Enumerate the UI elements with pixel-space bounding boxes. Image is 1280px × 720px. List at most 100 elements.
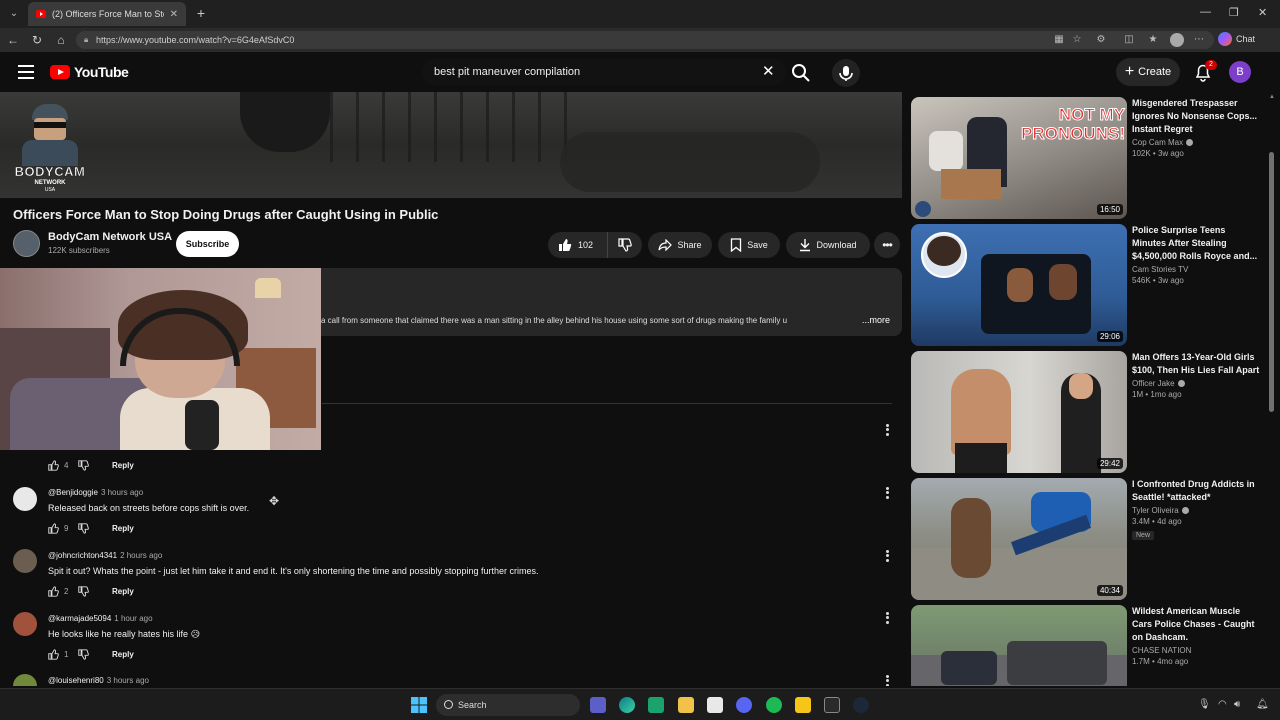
video-thumbnail[interactable]: 29:42 (911, 351, 1127, 473)
game-controller-icon[interactable] (590, 697, 606, 713)
dislike-button[interactable] (608, 238, 642, 252)
recommended-video[interactable]: 29:06 Police Surprise Teens Minutes Afte… (910, 219, 1268, 346)
create-button[interactable]: + Create (1116, 58, 1180, 86)
recommended-title[interactable]: Man Offers 13-Year-Old Girls $100, Then … (1132, 351, 1260, 377)
tab-list-button[interactable]: ⌄ (4, 4, 24, 24)
video-thumbnail[interactable] (911, 605, 1127, 686)
description-more-link[interactable]: ...more (862, 315, 890, 325)
recommended-channel[interactable]: Officer Jake (1132, 379, 1175, 388)
comment-like-button[interactable]: 1 (48, 649, 78, 660)
scroll-up-icon[interactable]: ▲ (1269, 94, 1275, 100)
comment-like-button[interactable]: 9 (48, 523, 78, 534)
comment-dislike-button[interactable] (78, 586, 108, 597)
recommended-title[interactable]: Police Surprise Teens Minutes After Stea… (1132, 224, 1260, 263)
video-thumbnail[interactable]: 40:34 (911, 478, 1127, 600)
scrollbar-thumb[interactable] (1269, 152, 1274, 412)
browser-tab-active[interactable]: (2) Officers Force Man to Stop Doing ✕ (28, 2, 186, 26)
recommended-channel[interactable]: CHASE NATION (1132, 646, 1191, 655)
app-available-icon[interactable]: ▦ (1052, 33, 1066, 47)
favorites-icon[interactable]: ★ (1146, 33, 1160, 47)
menu-icon[interactable] (18, 65, 34, 79)
recommended-channel[interactable]: Cam Stories TV (1132, 265, 1188, 274)
comment-author[interactable]: @karmajade5094 (48, 614, 111, 623)
volume-icon[interactable]: 🔊︎ (1234, 699, 1240, 710)
edge-browser-icon[interactable] (619, 697, 635, 713)
comment-menu-icon[interactable] (882, 422, 892, 438)
file-explorer-icon[interactable] (678, 697, 694, 713)
browser-profile-avatar[interactable] (1170, 33, 1184, 47)
commenter-avatar[interactable] (13, 487, 37, 511)
copilot-chat-button[interactable]: Chat (1218, 32, 1255, 46)
steam-icon[interactable] (853, 697, 869, 713)
notification-tray-icon[interactable]: 🔔︎ (1256, 699, 1269, 710)
video-thumbnail[interactable]: 29:06 (911, 224, 1127, 346)
comment-like-button[interactable]: 2 (48, 586, 78, 597)
favorite-star-icon[interactable]: ☆ (1070, 33, 1084, 47)
save-button[interactable]: Save (718, 232, 780, 258)
new-tab-button[interactable]: + (192, 4, 210, 22)
account-avatar[interactable]: B (1229, 61, 1251, 83)
wifi-icon[interactable]: ◠ (1218, 699, 1227, 710)
page-scrollbar[interactable]: ▲ (1268, 92, 1276, 686)
channel-avatar[interactable] (13, 230, 40, 257)
address-field[interactable]: 🔒︎ https://www.youtube.com/watch?v=6G4eA… (76, 31, 1214, 49)
recommended-video[interactable]: Wildest American Muscle Cars Police Chas… (910, 600, 1268, 686)
share-button[interactable]: Share (648, 232, 712, 258)
youtube-logo[interactable]: YouTube (50, 64, 129, 80)
video-player[interactable] (0, 92, 902, 198)
comment-menu-icon[interactable] (882, 548, 892, 564)
taskbar-search[interactable]: Search (436, 694, 580, 716)
channel-name[interactable]: BodyCam Network USA (48, 231, 172, 243)
commenter-avatar[interactable] (13, 612, 37, 636)
voice-search-button[interactable] (832, 59, 860, 87)
like-button[interactable]: 102 (548, 232, 608, 258)
windows-start-icon[interactable] (411, 697, 427, 713)
recommended-video[interactable]: 40:34 I Confronted Drug Addicts in Seatt… (910, 473, 1268, 600)
video-thumbnail[interactable]: NOT MY PRONOUNS! 16:50 (911, 97, 1127, 219)
comment-menu-icon[interactable] (882, 485, 892, 501)
rockstar-icon[interactable] (795, 697, 811, 713)
spotify-icon[interactable] (766, 697, 782, 713)
commenter-avatar[interactable] (13, 549, 37, 573)
recommended-video[interactable]: 29:42 Man Offers 13-Year-Old Girls $100,… (910, 346, 1268, 473)
refresh-icon[interactable]: ↻ (29, 32, 45, 48)
comment-reply-button[interactable]: Reply (112, 524, 134, 533)
search-input[interactable]: best pit maneuver compilation (422, 58, 786, 86)
comment-dislike-button[interactable] (78, 460, 108, 471)
comment-menu-icon[interactable] (882, 610, 892, 626)
download-button[interactable]: Download (786, 232, 870, 258)
epic-games-icon[interactable] (824, 697, 840, 713)
maximize-button[interactable]: ❐ (1229, 6, 1239, 19)
close-window-button[interactable]: ✕ (1258, 6, 1267, 19)
more-actions-button[interactable]: ••• (874, 232, 900, 258)
discord-icon[interactable] (736, 697, 752, 713)
recommended-title[interactable]: I Confronted Drug Addicts in Seattle! *a… (1132, 478, 1260, 504)
app-icon[interactable] (648, 697, 664, 713)
comment-dislike-button[interactable] (78, 649, 108, 660)
back-icon[interactable]: ← (5, 32, 21, 48)
recommended-title[interactable]: Misgendered Trespasser Ignores No Nonsen… (1132, 97, 1260, 136)
comment-like-button[interactable]: 4 (48, 460, 78, 471)
comment-reply-button[interactable]: Reply (112, 461, 134, 470)
comment-dislike-button[interactable] (78, 523, 108, 534)
clear-search-icon[interactable]: ✕ (762, 64, 775, 80)
recommended-title[interactable]: Wildest American Muscle Cars Police Chas… (1132, 605, 1260, 644)
comment-author[interactable]: @johncrichton4341 (48, 551, 117, 560)
minimize-button[interactable]: — (1200, 6, 1211, 18)
subscribe-button[interactable]: Subscribe (176, 231, 239, 257)
commenter-avatar[interactable] (13, 674, 37, 686)
more-menu-icon[interactable]: ⋯ (1192, 33, 1206, 47)
comment-author[interactable]: @louisehenri80 (48, 676, 104, 685)
comment-author[interactable]: @Benjidoggie (48, 488, 98, 497)
comment-reply-button[interactable]: Reply (112, 650, 134, 659)
recommended-channel[interactable]: Tyler Oliveira (1132, 506, 1179, 515)
tab-close-icon[interactable]: ✕ (170, 9, 178, 20)
comment-reply-button[interactable]: Reply (112, 587, 134, 596)
split-screen-icon[interactable]: ◫ (1122, 33, 1136, 47)
recommended-video[interactable]: NOT MY PRONOUNS! 16:50 Misgendered Tresp… (910, 92, 1268, 219)
home-icon[interactable]: ⌂ (53, 32, 69, 48)
store-icon[interactable] (707, 697, 723, 713)
recommended-channel[interactable]: Cop Cam Max (1132, 138, 1183, 147)
comment-menu-icon[interactable] (882, 673, 892, 686)
microphone-tray-icon[interactable]: 🎙︎ (1198, 699, 1211, 710)
